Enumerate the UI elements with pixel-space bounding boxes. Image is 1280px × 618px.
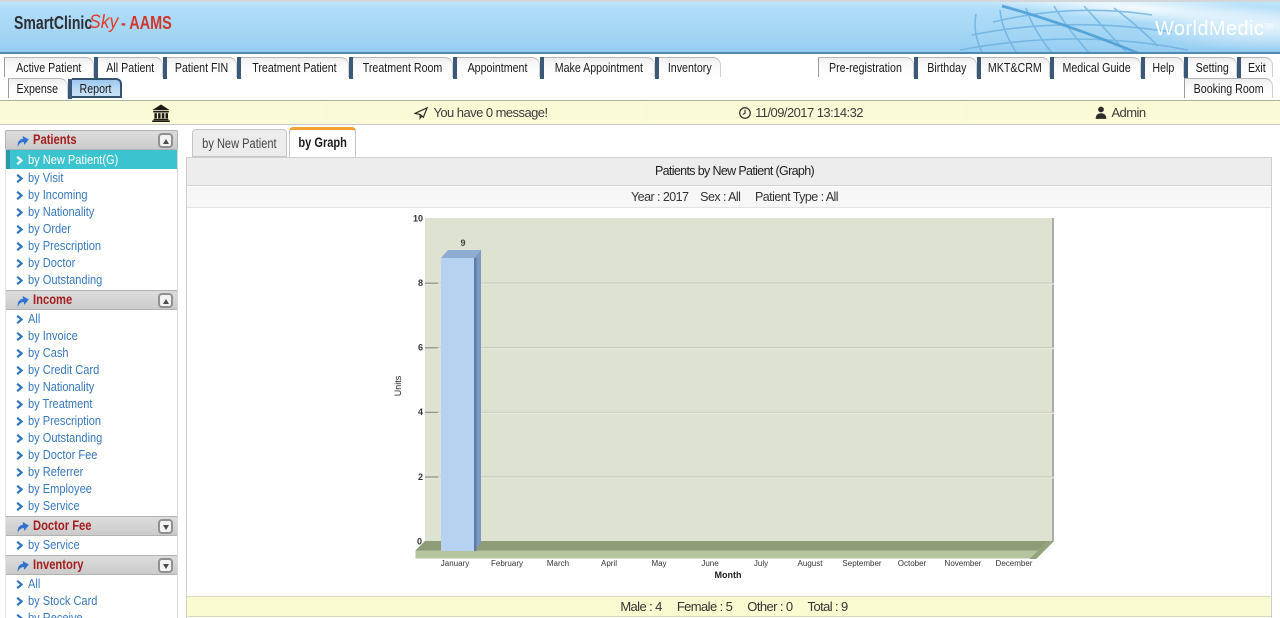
- svg-text:February: February: [491, 559, 523, 568]
- svg-text:8: 8: [418, 278, 423, 288]
- svg-text:August: August: [798, 559, 824, 568]
- svg-text:June: June: [701, 559, 719, 568]
- svg-text:10: 10: [413, 214, 423, 224]
- svg-text:September: September: [842, 559, 881, 568]
- svg-text:March: March: [547, 559, 569, 568]
- svg-text:May: May: [651, 559, 666, 568]
- svg-text:October: October: [898, 559, 927, 568]
- svg-text:July: July: [754, 559, 768, 568]
- svg-text:Units: Units: [393, 375, 403, 396]
- svg-text:4: 4: [418, 407, 423, 417]
- svg-text:9: 9: [460, 238, 465, 248]
- svg-text:December: December: [996, 559, 1033, 568]
- svg-text:2: 2: [418, 472, 423, 482]
- svg-text:November: November: [945, 559, 982, 568]
- svg-text:0: 0: [417, 537, 422, 547]
- svg-text:Month: Month: [715, 570, 742, 580]
- svg-text:6: 6: [418, 343, 423, 353]
- svg-text:April: April: [601, 559, 617, 568]
- svg-text:January: January: [441, 559, 469, 568]
